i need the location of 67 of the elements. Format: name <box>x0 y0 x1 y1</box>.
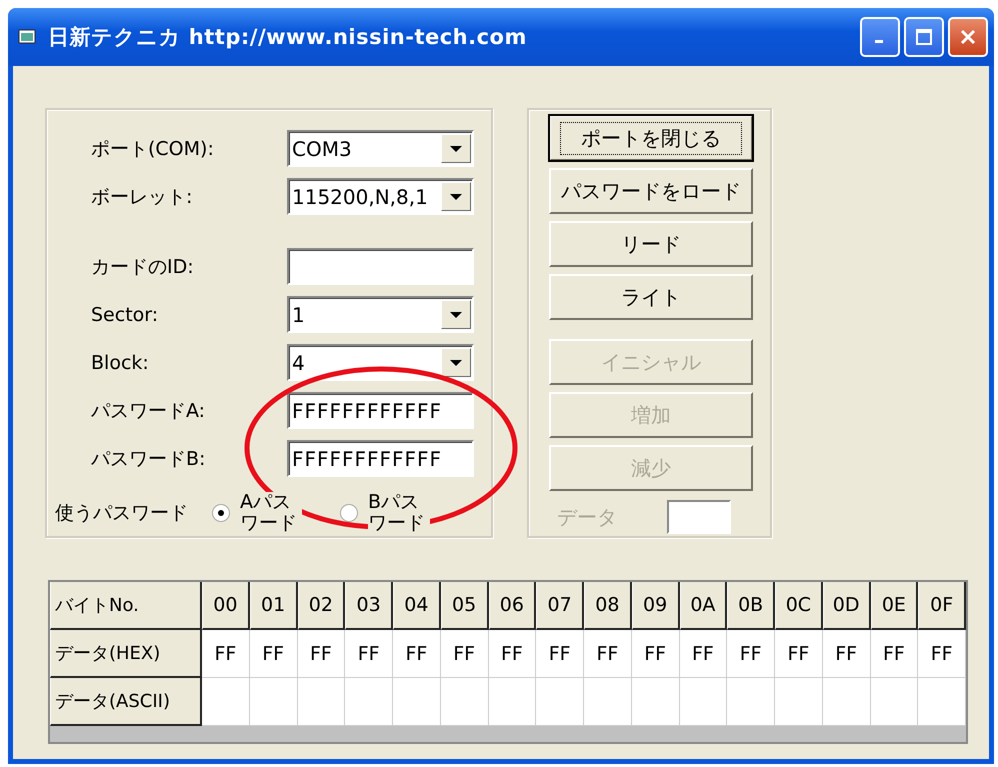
radio-button[interactable] <box>212 504 230 522</box>
maximize-icon[interactable] <box>915 28 933 46</box>
table-cell: FF <box>393 630 441 678</box>
input-field[interactable]: FFFFFFFFFFFF <box>287 440 474 477</box>
table-cell: FF <box>775 630 823 678</box>
column-header: 0A <box>680 582 728 630</box>
column-header: 09 <box>632 582 680 630</box>
radio-label[interactable]: Aパスワード <box>240 492 302 534</box>
column-header: 04 <box>393 582 441 630</box>
column-header: 0B <box>727 582 775 630</box>
table-cell: FF <box>488 630 536 678</box>
column-header: 03 <box>345 582 393 630</box>
table-cell: FF <box>536 630 584 678</box>
row-header: データ(HEX) <box>50 630 202 678</box>
column-header: 02 <box>298 582 346 630</box>
field-label: ポート(COM): <box>91 136 215 162</box>
column-header: 0F <box>918 582 966 630</box>
maximize-button[interactable] <box>904 17 944 57</box>
dropdown[interactable]: COM3 <box>287 130 474 167</box>
column-header: 01 <box>250 582 298 630</box>
password-choice-label: 使うパスワード <box>55 500 188 526</box>
radio-button[interactable] <box>340 504 358 522</box>
dropdown[interactable]: 4 <box>287 344 474 381</box>
action-button[interactable]: パスワードをロード <box>549 168 753 214</box>
minimize-button[interactable] <box>860 17 900 57</box>
column-header: 05 <box>440 582 488 630</box>
close-button[interactable] <box>948 17 988 57</box>
column-header: 0D <box>822 582 870 630</box>
table-cell: FF <box>680 630 728 678</box>
input-field[interactable]: FFFFFFFFFFFF <box>287 392 474 429</box>
window-title: 日新テクニカ http://www.nissin-tech.com <box>48 24 527 51</box>
column-header: 00 <box>202 582 250 630</box>
data-input-field[interactable] <box>667 500 731 534</box>
dropdown[interactable]: 1 <box>287 296 474 333</box>
table-cell: FF <box>822 630 870 678</box>
column-header: 07 <box>536 582 584 630</box>
close-icon[interactable] <box>959 28 977 46</box>
table-cell: FF <box>870 630 918 678</box>
action-button[interactable]: ポートを閉じる <box>549 115 753 161</box>
row-header: データ(ASCII) <box>50 678 202 726</box>
table-cell: FF <box>727 630 775 678</box>
column-header: 0E <box>870 582 918 630</box>
dropdown[interactable]: 115200,N,8,1 <box>287 178 474 215</box>
column-header: 0C <box>775 582 823 630</box>
radio-label[interactable]: Bパスワード <box>368 492 430 534</box>
data-label: データ <box>557 504 617 530</box>
column-header: 08 <box>584 582 632 630</box>
field-label: Block: <box>91 352 150 374</box>
table-cell: FF <box>440 630 488 678</box>
table-cell: FF <box>584 630 632 678</box>
column-header: 06 <box>488 582 536 630</box>
window-icon <box>18 28 38 46</box>
field-label: パスワードA: <box>91 398 206 424</box>
field-label: ボーレット: <box>91 184 194 210</box>
input-field[interactable] <box>287 248 474 285</box>
field-label: パスワードB: <box>91 446 206 472</box>
column-header: バイトNo. <box>50 582 202 630</box>
action-button[interactable]: ライト <box>549 274 753 320</box>
table-cell: FF <box>250 630 298 678</box>
field-label: カードのID: <box>91 254 195 280</box>
table-cell: FF <box>918 630 966 678</box>
table-cell: FF <box>298 630 346 678</box>
action-button[interactable]: リード <box>549 221 753 267</box>
table-cell: FF <box>345 630 393 678</box>
table-cell: FF <box>632 630 680 678</box>
field-label: Sector: <box>91 304 160 326</box>
table-cell: FF <box>202 630 250 678</box>
